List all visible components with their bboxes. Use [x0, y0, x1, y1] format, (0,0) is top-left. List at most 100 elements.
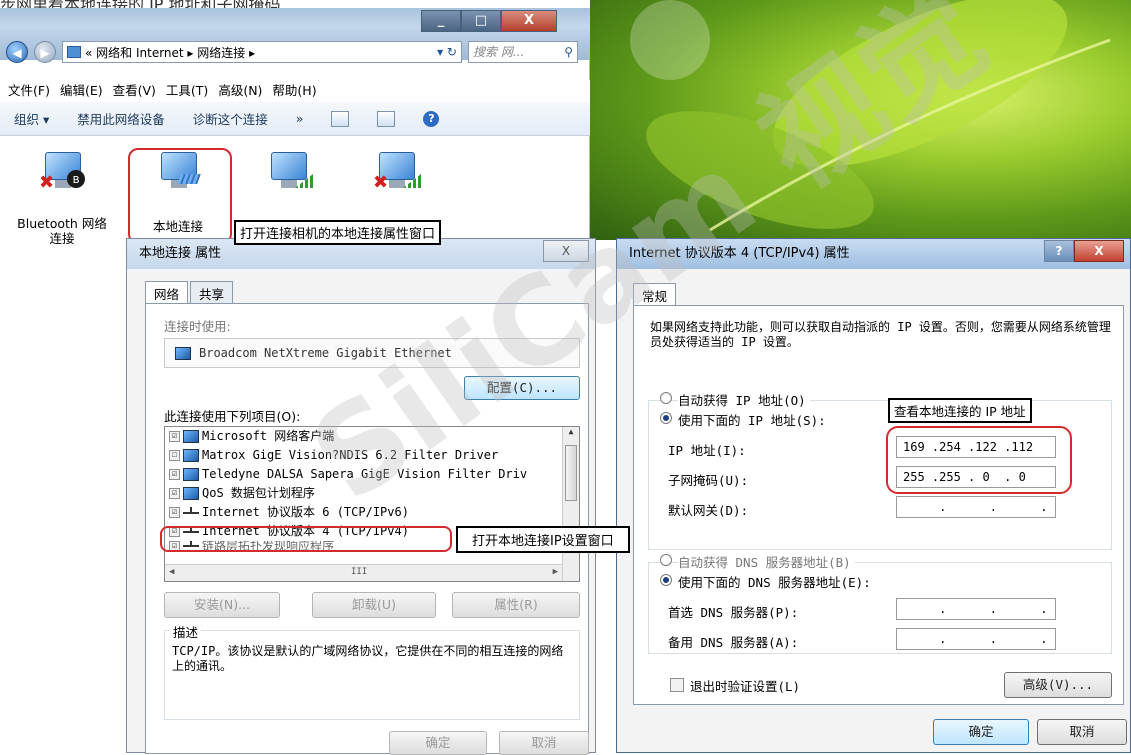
menu-view[interactable]: 查看(V): [113, 80, 156, 102]
cancel-button[interactable]: 取消: [499, 731, 589, 755]
network-adapter-icon: ✖ ʙ: [39, 152, 85, 193]
network-adapter-icon: [265, 152, 313, 190]
gateway-field[interactable]: . . .: [896, 496, 1056, 518]
help-icon[interactable]: ?: [423, 110, 440, 127]
more-commands-button[interactable]: »: [296, 111, 304, 126]
search-icon: ⚲: [564, 45, 573, 59]
alternate-dns-field[interactable]: . . .: [896, 628, 1056, 650]
description-text: TCP/IP。该协议是默认的广域网络协议，它提供在不同的相互连接的网络上的通讯。: [172, 644, 564, 673]
view-options-icon[interactable]: [331, 110, 350, 127]
uninstall-button[interactable]: 卸载(U): [312, 592, 436, 618]
menu-bar: 文件(F) 编辑(E) 查看(V) 工具(T) 高级(N) 帮助(H): [0, 80, 590, 102]
preview-pane-icon[interactable]: [377, 110, 396, 127]
tab-networking[interactable]: 网络: [145, 281, 189, 305]
help-button[interactable]: ?: [1044, 240, 1074, 262]
alternate-dns-label: 备用 DNS 服务器(A):: [668, 635, 799, 650]
tab-general[interactable]: 常规: [633, 283, 677, 307]
vertical-scrollbar[interactable]: ▲: [562, 427, 579, 581]
dialog-close-button[interactable]: X: [543, 240, 589, 262]
back-arrow-icon[interactable]: ◀: [6, 41, 28, 63]
validate-label: 退出时验证设置(L): [690, 679, 801, 694]
disable-device-button[interactable]: 禁用此网络设备: [77, 109, 165, 128]
annotation-view-ip: 查看本地连接的 IP 地址: [888, 398, 1032, 423]
list-item[interactable]: ☑ Teledyne DALSA Sapera GigE Vision Filt…: [165, 465, 579, 484]
minimize-button[interactable]: _: [421, 10, 461, 32]
connection-wireless-2[interactable]: ✖: [346, 152, 446, 193]
manual-dns-label: 使用下面的 DNS 服务器地址(E):: [678, 575, 871, 590]
item-label: QoS 数据包计划程序: [202, 486, 315, 500]
horizontal-scrollbar[interactable]: ◀ III ▶: [165, 564, 562, 581]
history-dropdown-icon[interactable]: ▾ ↻: [437, 45, 457, 59]
adapter-field: Broadcom NetXtreme Gigabit Ethernet: [164, 338, 580, 368]
menu-help[interactable]: 帮助(H): [272, 80, 316, 102]
auto-dns-radio[interactable]: [660, 554, 672, 566]
item-checkbox[interactable]: ☑: [169, 488, 180, 499]
components-list[interactable]: ☑ Microsoft 网络客户端 ☐ Matrox GigE Vision?N…: [164, 426, 580, 582]
disconnected-x-icon: ✖: [39, 172, 55, 193]
scroll-right-icon[interactable]: ▶: [553, 567, 558, 577]
advanced-button[interactable]: 高级(V)...: [1004, 672, 1112, 698]
scroll-up-icon[interactable]: ▲: [563, 427, 579, 436]
annotation-open-ip-settings: 打开本地连接IP设置窗口: [456, 526, 630, 553]
dialog-close-button[interactable]: X: [1074, 240, 1124, 262]
scroll-left-icon[interactable]: ◀: [169, 567, 174, 577]
scroll-grip[interactable]: III: [351, 567, 367, 577]
item-checkbox[interactable]: ☑: [169, 431, 180, 442]
item-label: Microsoft 网络客户端: [202, 429, 335, 443]
menu-edit[interactable]: 编辑(E): [60, 80, 103, 102]
highlight-ip-values: [886, 426, 1072, 494]
command-bar: 组织 ▾ 禁用此网络设备 诊断这个连接 » ?: [0, 102, 590, 136]
menu-file[interactable]: 文件(F): [8, 80, 50, 102]
auto-ip-radio[interactable]: [660, 392, 672, 404]
tab-strip: 常规: [633, 283, 678, 307]
desktop-wallpaper: [590, 0, 1131, 240]
install-button[interactable]: 安装(N)...: [164, 592, 280, 618]
subnet-mask-label: 子网掩码(U):: [668, 473, 749, 488]
annotation-open-properties: 打开连接相机的本地连接属性窗口: [234, 220, 442, 245]
list-item[interactable]: ☐ Matrox GigE Vision?NDIS 6.2 Filter Dri…: [165, 446, 579, 465]
forward-arrow-icon[interactable]: ▶: [34, 41, 56, 63]
search-input[interactable]: 搜索 网... ⚲: [468, 41, 578, 63]
cancel-button[interactable]: 取消: [1037, 719, 1127, 745]
adapter-name: Broadcom NetXtreme Gigabit Ethernet: [199, 346, 452, 360]
configure-button[interactable]: 配置(C)...: [464, 376, 580, 400]
tab-strip: 网络 共享: [145, 281, 235, 305]
list-item[interactable]: ☑ Microsoft 网络客户端: [165, 427, 579, 446]
preferred-dns-field[interactable]: . . .: [896, 598, 1056, 620]
qos-icon: [183, 487, 199, 500]
navigation-bar: ◀ ▶ « 网络和 Internet ▸ 网络连接 ▸ ▾ ↻ 搜索 网... …: [6, 40, 586, 64]
highlight-local-connection: [128, 148, 232, 244]
properties-button[interactable]: 属性(R): [452, 592, 580, 618]
auto-dns-label: 自动获得 DNS 服务器地址(B): [678, 552, 855, 571]
menu-tools[interactable]: 工具(T): [166, 80, 208, 102]
close-button[interactable]: X: [501, 10, 557, 32]
dialog-title: 本地连接 属性: [139, 246, 222, 261]
maximize-button[interactable]: □: [461, 10, 501, 32]
validate-checkbox[interactable]: [670, 678, 684, 692]
list-item[interactable]: ☑ Internet 协议版本 6 (TCP/IPv6): [165, 503, 579, 522]
diagnose-button[interactable]: 诊断这个连接: [193, 109, 268, 128]
ok-button[interactable]: 确定: [933, 719, 1029, 745]
ok-button[interactable]: 确定: [389, 731, 487, 755]
item-checkbox[interactable]: ☑: [169, 469, 180, 480]
breadcrumb[interactable]: « 网络和 Internet ▸ 网络连接 ▸: [85, 44, 255, 61]
auto-ip-label: 自动获得 IP 地址(O): [678, 390, 810, 409]
item-checkbox[interactable]: ☑: [169, 507, 180, 518]
item-label: Matrox GigE Vision?NDIS 6.2 Filter Drive…: [202, 448, 499, 462]
connect-using-label: 连接时使用:: [164, 319, 231, 334]
manual-dns-radio[interactable]: [660, 574, 672, 586]
item-label: Internet 协议版本 6 (TCP/IPv6): [202, 505, 409, 519]
list-item[interactable]: ☑ QoS 数据包计划程序: [165, 484, 579, 503]
item-label: Teledyne DALSA Sapera GigE Vision Filter…: [202, 467, 528, 481]
scroll-thumb[interactable]: [565, 445, 577, 501]
filter-driver-icon: [183, 468, 199, 481]
leaf-graphic: [630, 0, 1111, 232]
connection-bluetooth[interactable]: ✖ ʙ Bluetooth 网络连接: [12, 152, 112, 246]
item-checkbox[interactable]: ☐: [169, 450, 180, 461]
tab-sharing[interactable]: 共享: [190, 281, 234, 305]
manual-ip-radio[interactable]: [660, 412, 672, 424]
address-bar[interactable]: « 网络和 Internet ▸ 网络连接 ▸ ▾ ↻: [62, 41, 462, 63]
connection-wireless-1[interactable]: [238, 152, 338, 190]
organize-button[interactable]: 组织 ▾: [14, 109, 49, 128]
menu-advanced[interactable]: 高级(N): [218, 80, 262, 102]
